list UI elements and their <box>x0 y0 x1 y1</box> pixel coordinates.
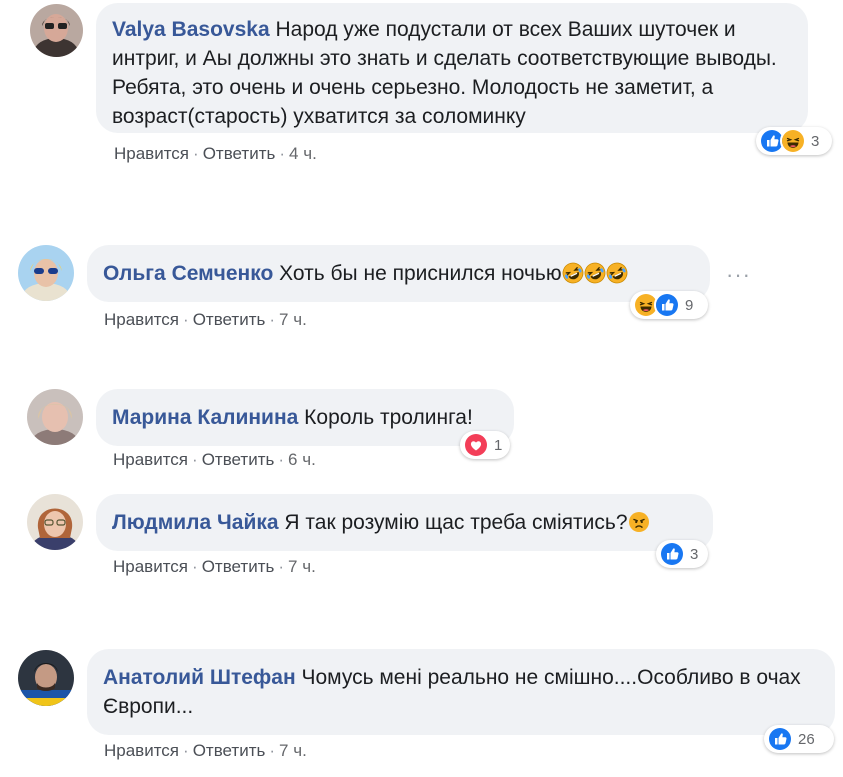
avatar[interactable] <box>27 494 83 550</box>
dot-separator: · <box>278 450 285 469</box>
comment-bubble: Valya Basovska Народ уже подустали от вс… <box>96 3 808 133</box>
reply-button[interactable]: Ответить <box>202 450 275 469</box>
comment-author[interactable]: Valya Basovska <box>112 18 270 41</box>
comment-text: Я так розумію щас треба сміятись? <box>284 511 628 534</box>
dot-separator: · <box>269 741 276 760</box>
comment-actions: Нравится · Ответить · 7 ч. <box>104 310 307 330</box>
reaction-count: 3 <box>690 545 699 563</box>
comment-actions: Нравится · Ответить · 4 ч. <box>114 144 317 164</box>
dot-separator: · <box>183 741 189 760</box>
dot-separator: · <box>192 557 198 576</box>
comment-bubble: Ольга Семченко Хоть бы не приснился ночь… <box>87 245 710 302</box>
comment-bubble: Анатолий Штефан Чомусь мені реально не с… <box>87 649 835 735</box>
comment-author[interactable]: Ольга Семченко <box>103 262 273 285</box>
rofl-icon <box>606 262 628 284</box>
more-options-icon[interactable]: ··· <box>726 262 751 288</box>
avatar[interactable] <box>18 245 74 301</box>
comment-bubble: Людмила Чайка Я так розумію щас треба см… <box>96 494 713 551</box>
comment-time[interactable]: 7 ч. <box>288 557 316 576</box>
reactions-summary[interactable]: 26 <box>764 725 834 753</box>
avatar[interactable] <box>30 4 83 57</box>
angry-face-icon <box>628 511 650 533</box>
like-icon <box>654 292 680 318</box>
like-icon <box>767 726 793 752</box>
like-button[interactable]: Нравится <box>114 144 189 163</box>
dot-separator: · <box>279 144 286 163</box>
comment-time[interactable]: 7 ч. <box>279 310 307 329</box>
comment-time[interactable]: 7 ч. <box>279 741 307 760</box>
reactions-summary[interactable]: 1 <box>460 431 510 459</box>
rofl-icon <box>562 262 584 284</box>
reply-button[interactable]: Ответить <box>193 741 266 760</box>
dot-separator: · <box>192 450 198 469</box>
like-icon <box>659 541 685 567</box>
comment-actions: Нравится · Ответить · 7 ч. <box>113 557 316 577</box>
reaction-count: 1 <box>494 436 503 454</box>
reply-button[interactable]: Ответить <box>202 557 275 576</box>
comment-time[interactable]: 6 ч. <box>288 450 316 469</box>
reactions-summary[interactable]: 3 <box>656 540 708 568</box>
dot-separator: · <box>269 310 276 329</box>
comment-bubble: Марина Калинина Король тролинга! <box>96 389 514 446</box>
comment-actions: Нравится · Ответить · 6 ч. <box>113 450 316 470</box>
comment-author[interactable]: Марина Калинина <box>112 406 298 429</box>
reply-button[interactable]: Ответить <box>203 144 276 163</box>
like-button[interactable]: Нравится <box>104 741 179 760</box>
avatar[interactable] <box>18 650 74 706</box>
reactions-summary[interactable]: 3 <box>756 127 832 155</box>
like-button[interactable]: Нравится <box>113 557 188 576</box>
comment-text: Король тролинга! <box>304 406 473 429</box>
comment-time[interactable]: 4 ч. <box>289 144 317 163</box>
reply-button[interactable]: Ответить <box>193 310 266 329</box>
like-button[interactable]: Нравится <box>113 450 188 469</box>
comment-text: Хоть бы не приснился ночью <box>279 262 562 285</box>
love-icon <box>463 432 489 458</box>
like-button[interactable]: Нравится <box>104 310 179 329</box>
comment-author[interactable]: Анатолий Штефан <box>103 666 296 689</box>
comment-actions: Нравится · Ответить · 7 ч. <box>104 741 307 761</box>
reaction-count: 3 <box>811 132 820 150</box>
haha-icon <box>780 128 806 154</box>
reactions-summary[interactable]: 9 <box>630 291 708 319</box>
avatar[interactable] <box>27 389 83 445</box>
dot-separator: · <box>278 557 285 576</box>
dot-separator: · <box>183 310 189 329</box>
comment-author[interactable]: Людмила Чайка <box>112 511 279 534</box>
reaction-count: 26 <box>798 730 815 748</box>
dot-separator: · <box>193 144 199 163</box>
reaction-count: 9 <box>685 296 694 314</box>
rofl-icon <box>584 262 606 284</box>
